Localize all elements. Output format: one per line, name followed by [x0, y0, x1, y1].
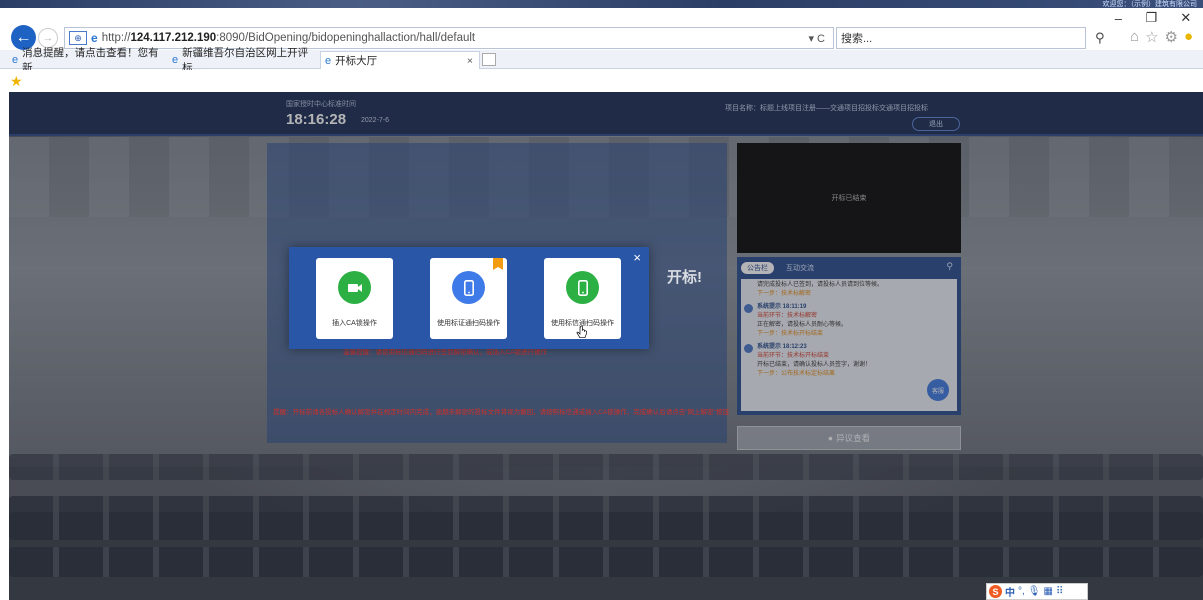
feedback-smile-icon[interactable]: ● — [1184, 28, 1193, 46]
new-tab-button[interactable] — [482, 53, 496, 66]
tab-label: 开标大厅 — [335, 55, 378, 67]
ca-lock-option[interactable]: 插入CA锁操作 — [316, 258, 393, 339]
ime-mode-toggle[interactable]: 中 — [1005, 584, 1015, 599]
forward-arrow-icon: → — [42, 32, 54, 44]
tab-strip: e 消息提醒，请点击查看！您有新 e 新疆维吾尔自治区网上开评标... e 开标… — [0, 47, 1203, 74]
os-top-strip: 欢迎您：（示例）建筑有限公司 — [0, 0, 1203, 8]
bookmark-badge-icon — [493, 258, 503, 270]
tab-notice[interactable]: e 消息提醒，请点击查看！您有新 — [8, 47, 166, 74]
compat-view-icon[interactable]: ⊕ — [69, 31, 87, 45]
phone-icon — [452, 271, 485, 304]
ie-tab-icon: e — [12, 54, 19, 66]
sogou-logo-icon[interactable]: S — [989, 585, 1002, 598]
address-row: ← → ⊕ e http://124.117.212.190:8090/BidO… — [0, 24, 1203, 50]
camera-icon — [338, 271, 371, 304]
favorites-star-icon[interactable]: ☆ — [1145, 28, 1158, 46]
option-label: 使用标证通扫码操作 — [437, 320, 500, 327]
phone-icon — [566, 271, 599, 304]
hand-cursor-icon — [576, 326, 587, 339]
search-icon[interactable]: ⚲ — [1095, 30, 1105, 46]
tab-hall[interactable]: e 开标大厅 × — [320, 51, 480, 69]
page-viewport: 国家授时中心标准时间 18:16:28 2022-7-6 项目名称：标题上线项目… — [9, 92, 1203, 600]
keyboard-icon[interactable]: ▦ — [1043, 586, 1052, 597]
operation-choice-dialog: × 插入CA锁操作 使用标证通扫码操作 使用标信通扫码操作 — [289, 247, 649, 349]
close-tab-icon[interactable]: × — [467, 55, 473, 67]
browser-search-box[interactable]: 搜索... — [836, 27, 1086, 49]
ime-toolbar: S 中 °, 🎙 ▦ ⠿ — [986, 583, 1088, 600]
toolbar-icons: ⌂ ☆ ⚙ ● — [1130, 28, 1193, 46]
punctuation-icon[interactable]: °, — [1018, 586, 1025, 597]
biaozhengtong-scan-option[interactable]: 使用标证通扫码操作 — [430, 258, 507, 339]
tab-bidding[interactable]: e 新疆维吾尔自治区网上开评标... — [168, 47, 316, 74]
option-label: 插入CA锁操作 — [332, 320, 377, 327]
favorites-bar: ★ — [0, 70, 1203, 92]
search-placeholder: 搜索... — [841, 33, 873, 45]
home-icon[interactable]: ⌂ — [1130, 28, 1139, 46]
add-favorite-icon[interactable]: ★ — [10, 73, 23, 90]
ie-tab-icon: e — [172, 54, 179, 66]
back-arrow-icon: ← — [15, 28, 32, 46]
url-text[interactable]: http://124.117.212.190:8090/BidOpening/b… — [102, 32, 475, 44]
address-bar[interactable]: ⊕ e http://124.117.212.190:8090/BidOpeni… — [64, 27, 834, 49]
notice-paragraph: 提醒：开标前请各投标人确认解密并在规定时间内完成，逾期未解密的投标文件将视为撤回… — [273, 409, 729, 416]
settings-gear-icon[interactable]: ⚙ — [1165, 28, 1178, 46]
ie-tab-icon: e — [325, 54, 332, 67]
refresh-button[interactable]: ▾ C — [808, 32, 825, 45]
close-dialog-button[interactable]: × — [633, 250, 641, 265]
menu-grid-icon[interactable]: ⠿ — [1056, 586, 1063, 597]
microphone-icon[interactable]: 🎙 — [1028, 586, 1041, 597]
ie-logo-icon: e — [91, 31, 98, 45]
